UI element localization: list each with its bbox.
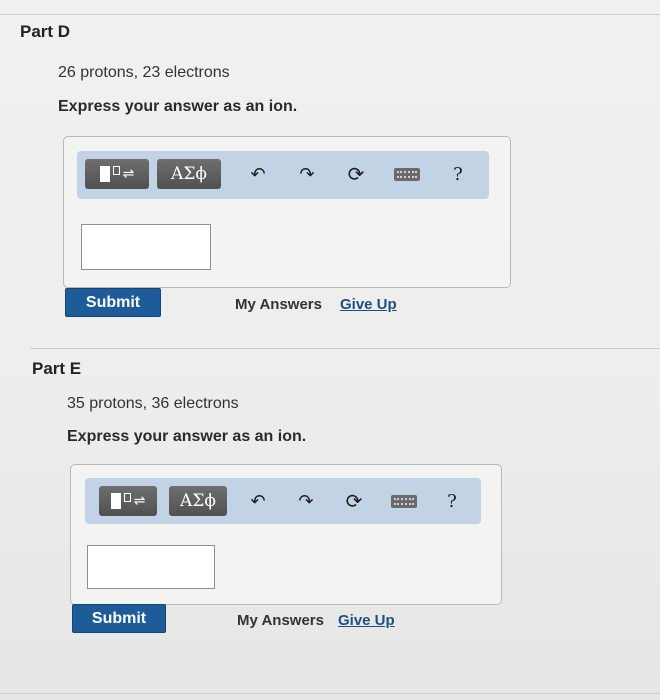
reset-icon[interactable]: ⟳ [341,488,367,514]
matrix-template-button[interactable]: ⇌ [85,159,149,189]
part-d-prompt: Express your answer as an ion. [58,98,298,115]
symbols-button[interactable]: ΑΣϕ [157,159,221,189]
undo-icon[interactable]: ↶ [245,488,271,514]
bottom-divider [0,693,660,694]
part-e-prompt: Express your answer as an ion. [67,428,307,445]
part-d-question: 26 protons, 23 electrons [58,64,230,81]
part-d-answer-box: ⇌ ΑΣϕ ↶ ↷ ⟳ ? [63,136,511,288]
help-button[interactable]: ? [439,488,465,514]
symbols-button[interactable]: ΑΣϕ [169,486,227,516]
part-e-submit-button[interactable]: Submit [72,604,166,633]
redo-icon[interactable]: ↷ [294,161,320,187]
redo-icon[interactable]: ↷ [293,488,319,514]
part-d-title: Part D [20,22,71,41]
part-d-submit-button[interactable]: Submit [65,288,161,317]
undo-icon[interactable]: ↶ [245,161,271,187]
part-d-my-answers-link[interactable]: My Answers [235,296,322,313]
top-divider [0,14,660,15]
keyboard-icon[interactable] [391,495,417,508]
help-button[interactable]: ? [445,161,471,187]
part-e-title: Part E [32,359,82,378]
part-e-question: 35 protons, 36 electrons [67,395,239,412]
part-d-toolbar: ⇌ ΑΣϕ ↶ ↷ ⟳ ? [77,151,489,199]
part-e-answer-input[interactable] [87,545,215,589]
part-d-give-up-link[interactable]: Give Up [340,296,397,313]
matrix-template-icon: ⇌ [110,492,145,509]
part-e-answer-box: ⇌ ΑΣϕ ↶ ↷ ⟳ ? [70,464,502,605]
matrix-template-icon: ⇌ [99,165,134,182]
part-e-toolbar: ⇌ ΑΣϕ ↶ ↷ ⟳ ? [85,478,481,524]
part-e-my-answers-link[interactable]: My Answers [237,612,324,629]
reset-icon[interactable]: ⟳ [343,161,369,187]
keyboard-icon[interactable] [394,168,420,181]
part-d-answer-input[interactable] [81,224,211,270]
section-divider [30,348,660,349]
part-e-give-up-link[interactable]: Give Up [338,612,395,629]
matrix-template-button[interactable]: ⇌ [99,486,157,516]
